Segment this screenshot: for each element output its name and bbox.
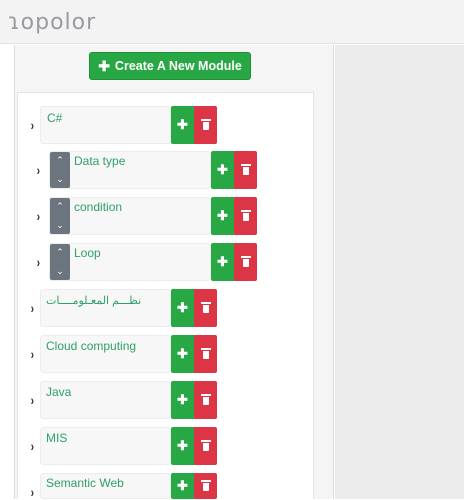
plus-icon: ✚ (177, 300, 188, 315)
plus-icon: ✚ (217, 254, 228, 269)
trash-icon (240, 255, 251, 267)
trash-icon (240, 163, 251, 175)
delete-button[interactable] (234, 197, 257, 235)
plus-icon: ✚ (177, 478, 188, 493)
delete-button[interactable] (194, 106, 217, 144)
up-arrow-icon[interactable]: ⌃ (56, 155, 64, 166)
reorder-handle[interactable]: ⌃ ⌄ (50, 244, 70, 280)
chevron-right-icon[interactable]: › (31, 300, 34, 316)
module-name[interactable]: Data type (74, 154, 125, 168)
plus-icon: ✚ (177, 346, 188, 361)
down-arrow-icon[interactable]: ⌄ (56, 220, 64, 231)
trash-icon (200, 439, 211, 451)
chevron-right-icon[interactable]: › (37, 254, 40, 270)
add-button[interactable]: ✚ (171, 106, 194, 144)
module-name[interactable]: Cloud computing (46, 339, 136, 353)
chevron-right-icon[interactable]: › (37, 208, 40, 224)
module-name[interactable]: C# (47, 111, 62, 125)
down-arrow-icon[interactable]: ⌄ (56, 266, 64, 277)
up-arrow-icon[interactable]: ⌃ (56, 247, 64, 258)
chevron-right-icon[interactable]: › (37, 162, 40, 178)
delete-button[interactable] (234, 243, 257, 281)
delete-button[interactable] (194, 427, 217, 465)
chevron-right-icon[interactable]: › (31, 346, 34, 362)
delete-button[interactable] (194, 381, 217, 419)
module-name[interactable]: Semantic Web (46, 476, 124, 490)
main-content-area (335, 45, 464, 499)
add-button[interactable]: ✚ (211, 197, 234, 235)
top-bar: ɿopolor (0, 0, 464, 44)
app-logo: ɿopolor (8, 10, 97, 35)
reorder-handle[interactable]: ⌃ ⌄ (50, 198, 70, 234)
delete-button[interactable] (194, 335, 217, 373)
module-name[interactable]: condition (74, 200, 122, 214)
trash-icon (200, 479, 211, 491)
create-module-button[interactable]: ✚ Create A New Module (89, 52, 251, 80)
module-name[interactable]: MIS (46, 431, 67, 445)
trash-icon (240, 209, 251, 221)
delete-button[interactable] (194, 289, 217, 327)
add-button[interactable]: ✚ (211, 151, 234, 189)
reorder-handle[interactable]: ⌃ ⌄ (50, 152, 70, 188)
up-arrow-icon[interactable]: ⌃ (56, 201, 64, 212)
module-name[interactable]: Loop (74, 246, 101, 260)
delete-button[interactable] (234, 151, 257, 189)
module-name[interactable]: نظـــم المعـلومــــات (46, 294, 141, 307)
delete-button[interactable] (194, 473, 217, 499)
chevron-right-icon[interactable]: › (31, 484, 34, 500)
down-arrow-icon[interactable]: ⌄ (56, 174, 64, 185)
create-module-label: Create A New Module (114, 59, 242, 73)
add-button[interactable]: ✚ (211, 243, 234, 281)
chevron-right-icon[interactable]: › (31, 438, 34, 454)
plus-icon: ✚ (177, 392, 188, 407)
trash-icon (200, 347, 211, 359)
add-button[interactable]: ✚ (171, 473, 194, 499)
trash-icon (200, 301, 211, 313)
module-name[interactable]: Java (46, 385, 71, 399)
add-button[interactable]: ✚ (171, 289, 194, 327)
trash-icon (200, 393, 211, 405)
chevron-right-icon[interactable]: › (31, 117, 34, 133)
chevron-right-icon[interactable]: › (31, 392, 34, 408)
plus-icon: ✚ (177, 438, 188, 453)
add-button[interactable]: ✚ (171, 427, 194, 465)
plus-icon: ✚ (217, 162, 228, 177)
plus-icon: ✚ (98, 57, 110, 74)
add-button[interactable]: ✚ (171, 335, 194, 373)
plus-icon: ✚ (177, 117, 188, 132)
trash-icon (200, 118, 211, 130)
plus-icon: ✚ (217, 208, 228, 223)
add-button[interactable]: ✚ (171, 381, 194, 419)
